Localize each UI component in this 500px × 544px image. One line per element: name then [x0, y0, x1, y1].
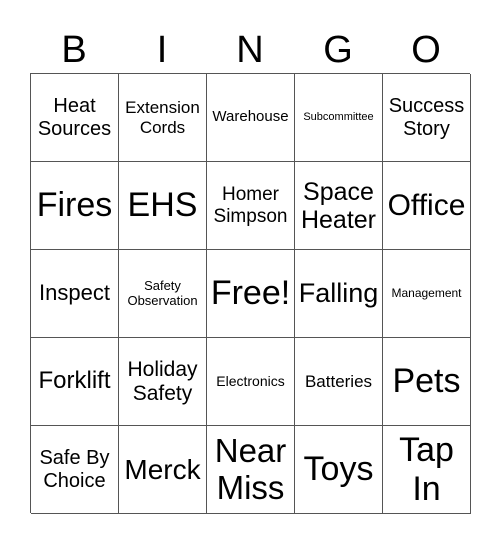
bingo-cell[interactable]: Space Heater [295, 162, 383, 250]
cell-label: Forklift [38, 367, 111, 395]
cell-label: Management [391, 285, 462, 300]
bingo-cell[interactable]: Extension Cords [119, 74, 207, 162]
bingo-cell[interactable]: Homer Simpson [207, 162, 295, 250]
cell-label: Warehouse [212, 108, 289, 126]
cell-label: Holiday Safety [127, 357, 198, 405]
cell-label: Batteries [304, 371, 373, 391]
bingo-cell[interactable]: Heat Sources [31, 74, 119, 162]
cell-label: Fires [36, 186, 113, 225]
bingo-cell[interactable]: Warehouse [207, 74, 295, 162]
bingo-cell[interactable]: Safety Observation [119, 250, 207, 338]
bingo-cell[interactable]: Electronics [207, 338, 295, 426]
header-letter-b: B [61, 29, 87, 71]
bingo-cell[interactable]: Merck [119, 426, 207, 514]
bingo-cell[interactable]: Success Story [383, 74, 471, 162]
cell-label: Electronics [216, 372, 285, 389]
bingo-cell[interactable]: Falling [295, 250, 383, 338]
cell-label: Success Story [388, 95, 465, 140]
bingo-cell[interactable]: Subcommittee [295, 74, 383, 162]
bingo-cell[interactable]: Tap In [383, 426, 471, 514]
bingo-cell[interactable]: Batteries [295, 338, 383, 426]
bingo-cell[interactable]: Free! [207, 250, 295, 338]
cell-label: Office [387, 188, 466, 222]
cell-label: Tap In [399, 431, 454, 508]
bingo-cell[interactable]: Management [383, 250, 471, 338]
bingo-header: B I N G O [30, 28, 470, 72]
bingo-cell[interactable]: Near Miss [207, 426, 295, 514]
cell-label: Extension Cords [125, 98, 200, 137]
cell-label: Subcommittee [303, 111, 374, 124]
header-letter-g: G [323, 29, 353, 71]
cell-label: Free! [210, 274, 291, 313]
cell-label: Near Miss [214, 431, 287, 506]
cell-label: Pets [392, 362, 461, 401]
cell-label: Toys [303, 450, 374, 489]
bingo-cell[interactable]: Safe By Choice [31, 426, 119, 514]
cell-label: Safety Observation [127, 277, 198, 308]
header-letter-i: I [156, 29, 168, 71]
bingo-grid: Heat Sources Extension Cords Warehouse Subc… [30, 73, 471, 514]
cell-label: Safe By Choice [39, 447, 110, 492]
bingo-cell[interactable]: Forklift [31, 338, 119, 426]
header-letter-n: N [236, 29, 264, 71]
cell-label: EHS [127, 186, 198, 225]
cell-label: Falling [298, 278, 379, 309]
cell-label: Space Heater [300, 177, 377, 234]
bingo-cell[interactable]: Toys [295, 426, 383, 514]
bingo-cell[interactable]: Fires [31, 162, 119, 250]
bingo-cell[interactable]: EHS [119, 162, 207, 250]
bingo-cell[interactable]: Office [383, 162, 471, 250]
cell-label: Homer Simpson [213, 184, 288, 227]
cell-label: Inspect [39, 280, 110, 306]
cell-label: Merck [124, 453, 201, 485]
header-letter-o: O [411, 29, 441, 71]
cell-label: Heat Sources [37, 95, 112, 140]
bingo-cell[interactable]: Holiday Safety [119, 338, 207, 426]
bingo-cell[interactable]: Pets [383, 338, 471, 426]
bingo-cell[interactable]: Inspect [31, 250, 119, 338]
